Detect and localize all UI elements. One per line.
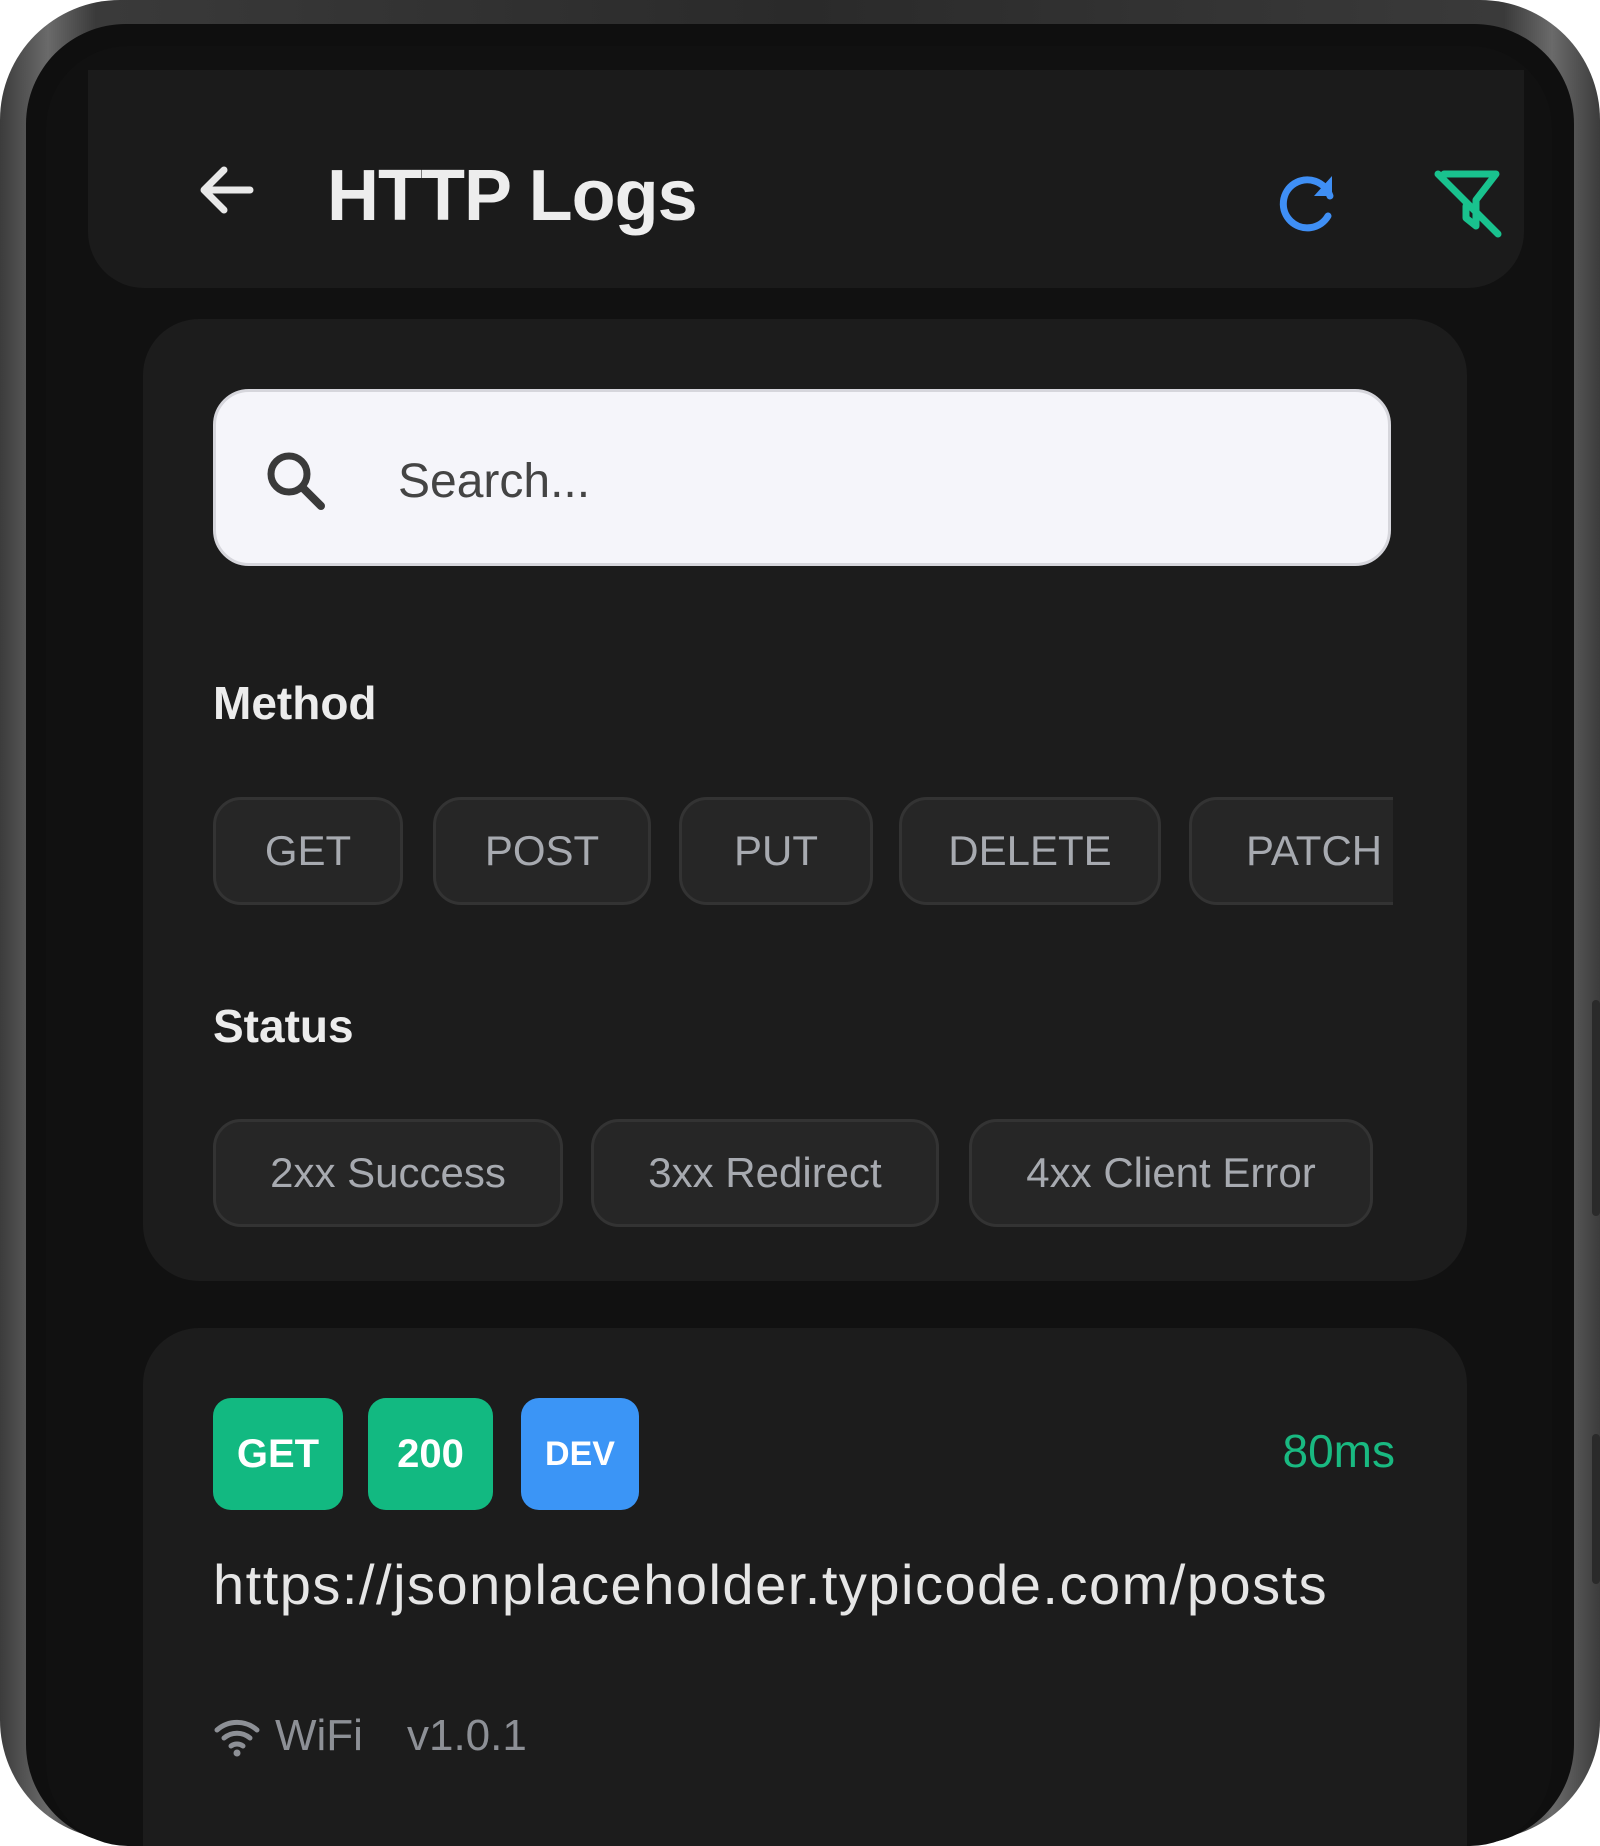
method-badge: GET bbox=[213, 1398, 343, 1510]
environment-badge: DEV bbox=[521, 1398, 639, 1510]
method-chip-post[interactable]: POST bbox=[433, 797, 651, 905]
search-icon bbox=[267, 452, 325, 510]
refresh-icon bbox=[1279, 176, 1334, 232]
filter-off-icon bbox=[1434, 170, 1502, 238]
page-title: HTTP Logs bbox=[327, 156, 698, 236]
filter-card: Method GET POST PUT DELETE PATCH Status … bbox=[143, 319, 1467, 1281]
app-version: v1.0.1 bbox=[406, 1711, 527, 1760]
method-chip-get[interactable]: GET bbox=[213, 797, 403, 905]
log-entry-card[interactable]: GET 200 DEV 80ms https://jsonplaceholder… bbox=[143, 1328, 1467, 1846]
meta-row: WiFi v1.0.1 bbox=[213, 1706, 527, 1766]
back-arrow-icon bbox=[200, 166, 254, 214]
method-chip-put[interactable]: PUT bbox=[679, 797, 873, 905]
request-url: https://jsonplaceholder.typicode.com/pos… bbox=[213, 1553, 1329, 1616]
method-chip-patch[interactable]: PATCH bbox=[1189, 797, 1393, 905]
method-label: Method bbox=[213, 677, 377, 729]
search-box[interactable] bbox=[213, 389, 1391, 566]
screen: HTTP Logs Method GET POST PUT bbox=[46, 46, 1552, 1846]
method-chip-row: GET POST PUT DELETE PATCH bbox=[213, 797, 1393, 909]
status-chip-2xx[interactable]: 2xx Success bbox=[213, 1119, 563, 1227]
status-chip-4xx[interactable]: 4xx Client Error bbox=[969, 1119, 1373, 1227]
status-label: Status bbox=[213, 1000, 354, 1052]
wifi-icon bbox=[214, 1719, 260, 1757]
app-bar: HTTP Logs bbox=[88, 70, 1524, 288]
refresh-button[interactable] bbox=[1270, 164, 1346, 240]
status-chip-row: 2xx Success 3xx Redirect 4xx Client Erro… bbox=[213, 1119, 1413, 1231]
power-button bbox=[1592, 1000, 1600, 1216]
duration-text: 80ms bbox=[1282, 1425, 1395, 1477]
back-button[interactable] bbox=[188, 150, 268, 230]
clear-filter-button[interactable] bbox=[1428, 162, 1508, 242]
search-input[interactable] bbox=[396, 432, 1360, 530]
volume-button bbox=[1592, 1434, 1600, 1584]
method-chip-delete[interactable]: DELETE bbox=[899, 797, 1161, 905]
status-code-badge: 200 bbox=[368, 1398, 493, 1510]
status-chip-3xx[interactable]: 3xx Redirect bbox=[591, 1119, 939, 1227]
network-type: WiFi bbox=[275, 1711, 363, 1760]
